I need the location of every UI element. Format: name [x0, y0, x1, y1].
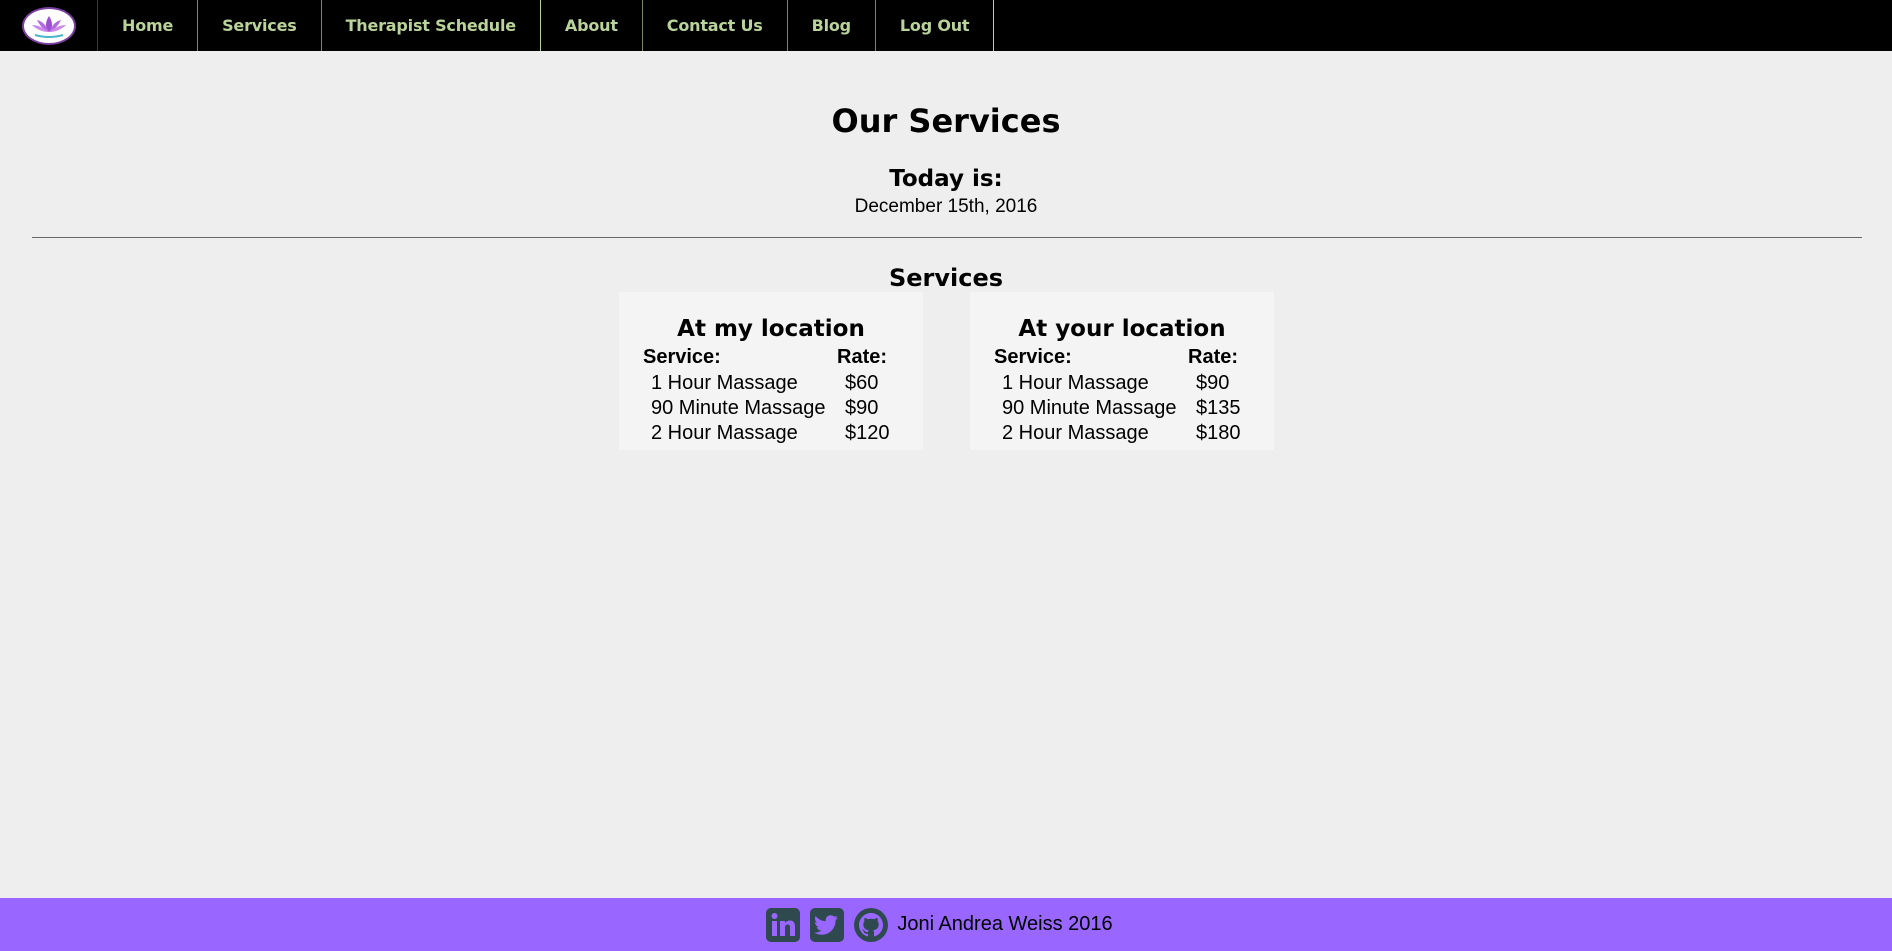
rate-header: Rate: — [1188, 346, 1239, 368]
nav-log-out-label: Log Out — [899, 16, 970, 35]
service-cell: 2 Hour Massage — [651, 422, 798, 444]
nav-contact-us-label: Contact Us — [666, 16, 763, 35]
rate-cell: $180 — [1196, 422, 1241, 444]
nav-about[interactable]: About — [541, 0, 643, 51]
top-navigation: Home Services Therapist Schedule About C… — [0, 0, 1892, 51]
table-row: 2 Hour Massage $120 — [643, 421, 890, 446]
twitter-icon[interactable] — [809, 907, 845, 943]
social-links — [765, 907, 889, 943]
card-your-location: At your location Service: Rate: 1 Hour M… — [970, 292, 1274, 450]
table-row: 90 Minute Massage $135 — [994, 396, 1241, 421]
nav-services-label: Services — [222, 16, 297, 35]
linkedin-icon[interactable] — [765, 907, 801, 943]
rate-header: Rate: — [837, 346, 888, 368]
rate-cell: $90 — [1196, 372, 1230, 394]
card-my-location: At my location Service: Rate: 1 Hour Mas… — [619, 292, 923, 450]
service-cell: 1 Hour Massage — [1002, 372, 1149, 394]
table-header-row: Service: Rate: — [994, 346, 1241, 371]
nav-blog[interactable]: Blog — [788, 0, 876, 51]
rate-cell: $90 — [845, 397, 879, 419]
table-row: 2 Hour Massage $180 — [994, 421, 1241, 446]
card-title: At my location — [677, 316, 865, 342]
github-icon[interactable] — [853, 907, 889, 943]
nav-services[interactable]: Services — [198, 0, 322, 51]
card-title: At your location — [1018, 316, 1226, 342]
service-cell: 90 Minute Massage — [1002, 397, 1177, 419]
nav-log-out[interactable]: Log Out — [876, 0, 995, 51]
nav-blog-label: Blog — [811, 16, 852, 35]
nav-home[interactable]: Home — [98, 0, 199, 51]
rates-table: Service: Rate: 1 Hour Massage $60 90 Min… — [643, 346, 890, 446]
table-row: 1 Hour Massage $60 — [643, 371, 890, 396]
service-header: Service: — [994, 346, 1072, 368]
nav-therapist-schedule-label: Therapist Schedule — [345, 16, 517, 35]
nav-contact-us[interactable]: Contact Us — [643, 0, 788, 51]
nav-therapist-schedule[interactable]: Therapist Schedule — [322, 0, 541, 51]
lotus-icon — [21, 6, 76, 45]
services-heading: Services — [888, 264, 1004, 292]
nav-about-label: About — [564, 16, 618, 35]
table-row: 90 Minute Massage $90 — [643, 396, 890, 421]
rate-cell: $120 — [845, 422, 890, 444]
service-header: Service: — [643, 346, 721, 368]
logo-link[interactable] — [0, 0, 98, 51]
rate-cell: $60 — [845, 372, 879, 394]
table-row: 1 Hour Massage $90 — [994, 371, 1241, 396]
rates-table: Service: Rate: 1 Hour Massage $90 90 Min… — [994, 346, 1241, 446]
today-label: Today is: — [889, 166, 1003, 192]
rate-cell: $135 — [1196, 397, 1241, 419]
divider — [32, 237, 1862, 238]
copyright-text: Joni Andrea Weiss 2016 — [897, 913, 1113, 935]
service-cell: 90 Minute Massage — [651, 397, 826, 419]
table-header-row: Service: Rate: — [643, 346, 890, 371]
footer: Joni Andrea Weiss 2016 — [0, 898, 1892, 951]
service-cell: 1 Hour Massage — [651, 372, 798, 394]
today-date: December 15th, 2016 — [854, 196, 1038, 217]
nav-home-label: Home — [122, 16, 174, 35]
page-title: Our Services — [831, 102, 1061, 140]
service-cell: 2 Hour Massage — [1002, 422, 1149, 444]
